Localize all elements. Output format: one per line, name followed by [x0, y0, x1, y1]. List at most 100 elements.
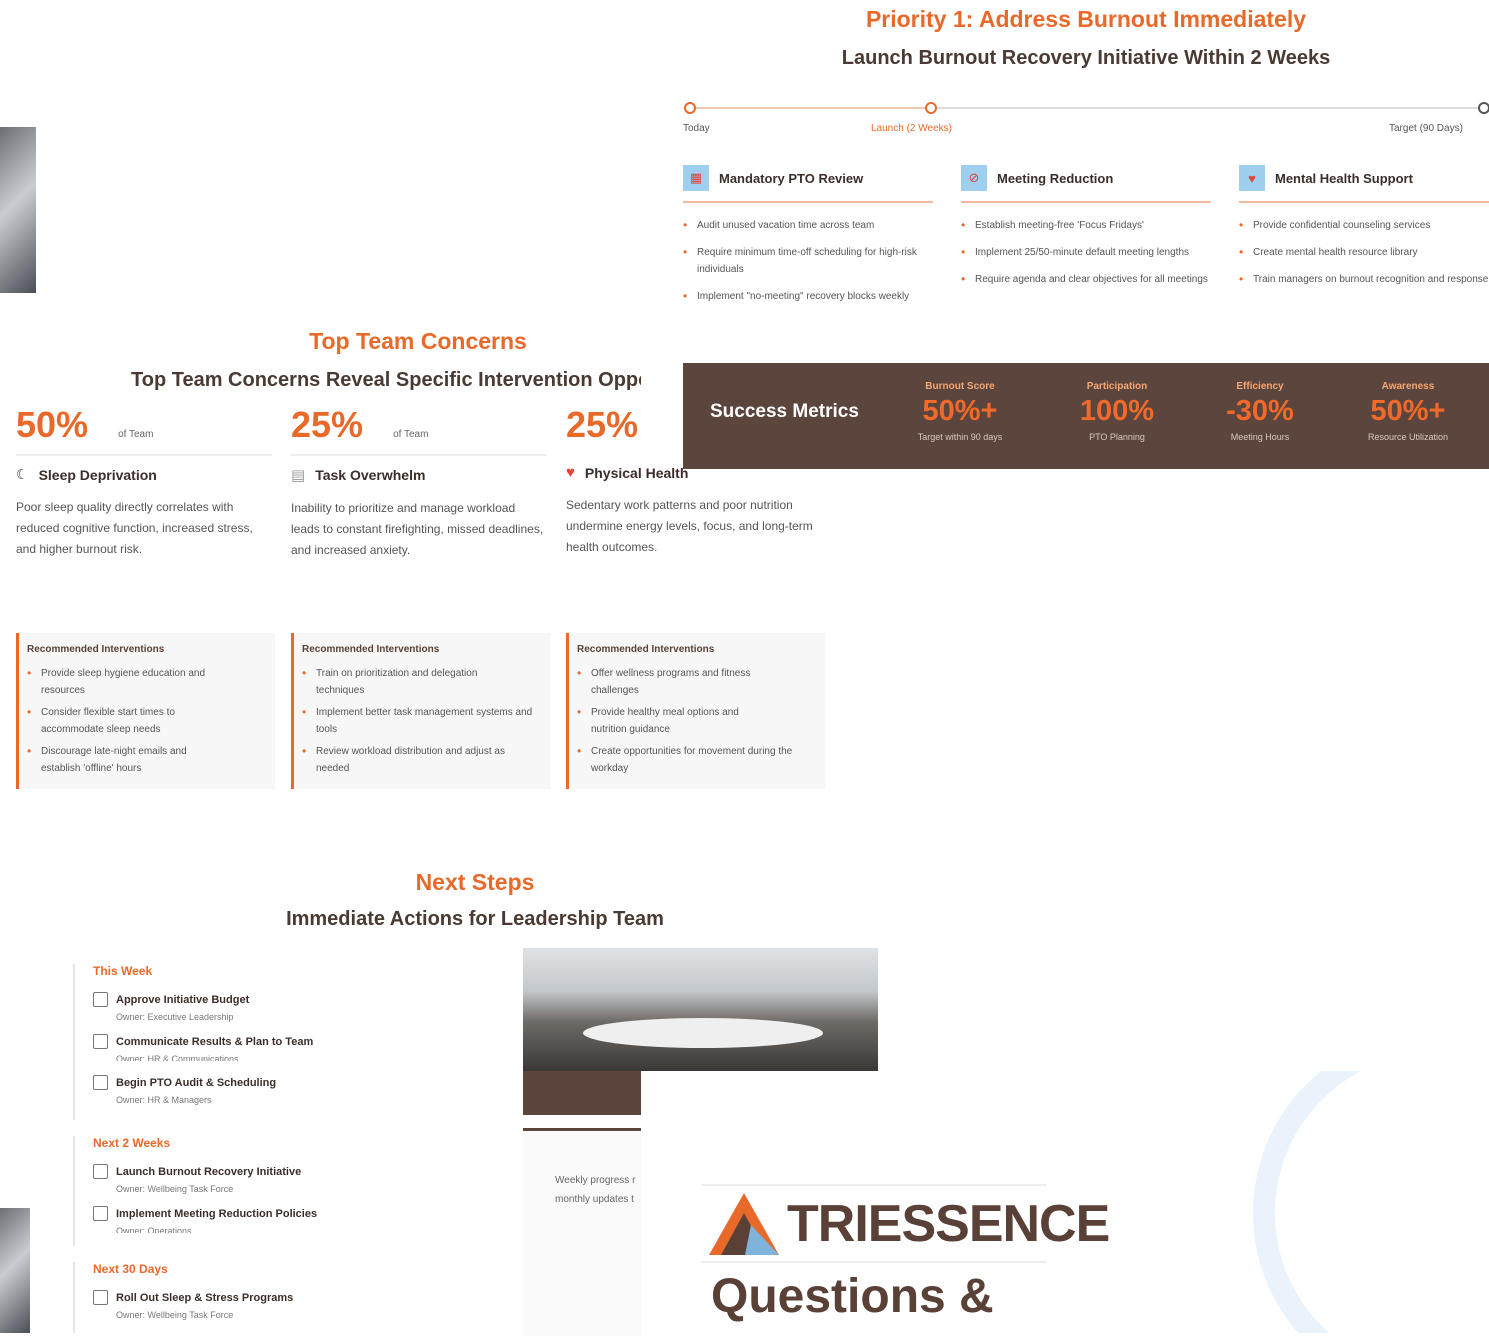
recommendation-list: Provide sleep hygiene education and reso… — [27, 665, 267, 777]
task-owner: Owner: HR & Managers — [116, 1095, 212, 1105]
concern-title: Task Overwhelm — [315, 467, 426, 483]
metric-value: 100% — [1079, 395, 1155, 427]
metric-desc: Target within 90 days — [917, 432, 1003, 442]
progress-note-line: Weekly progress r — [555, 1175, 636, 1186]
concerns-title: Top Team Concerns — [309, 328, 527, 354]
logo-text: TRIESSENCE — [787, 1195, 1110, 1253]
concern-heading: ▤ Task Overwhelm — [291, 466, 547, 484]
list-item: Train managers on burnout recognition an… — [1239, 271, 1489, 288]
task-checkbox[interactable] — [93, 992, 108, 1007]
list-item: Provide healthy meal options and nutriti… — [577, 704, 771, 738]
task-owner: Owner: Executive Leadership — [116, 1012, 234, 1022]
phase-next-2-weeks: Next 2 Weeks Launch Burnout Recovery Ini… — [73, 1136, 393, 1246]
metric-label: Awareness — [1381, 381, 1435, 392]
task-owner: Owner: Wellbeing Task Force — [116, 1184, 234, 1194]
priority-subtitle: Launch Burnout Recovery Initiative Withi… — [841, 47, 1331, 69]
task-title: Communicate Results & Plan to Team — [116, 1035, 314, 1048]
task-row: Launch Burnout Recovery Initiative — [93, 1164, 393, 1179]
metric-value: 50%+ — [922, 395, 998, 427]
no-meeting-icon: ⊘ — [961, 165, 987, 191]
metric-value: 50%+ — [1370, 395, 1446, 427]
concern-title: Sleep Deprivation — [38, 466, 157, 483]
calendar-icon: ▦ — [683, 165, 709, 191]
priority-title: Priority 1: Address Burnout Immediately — [865, 6, 1307, 32]
priority-column-list: Audit unused vacation time across team R… — [683, 217, 933, 305]
list-item: Implement "no-meeting" recovery blocks w… — [683, 288, 933, 305]
task-checkbox[interactable] — [93, 1290, 108, 1305]
list-item: Consider flexible start times to accommo… — [27, 704, 206, 738]
recommendation-list: Offer wellness programs and fitness chal… — [577, 665, 817, 777]
task-title: Begin PTO Audit & Scheduling — [116, 1076, 277, 1089]
list-item: Require minimum time-off scheduling for … — [683, 244, 933, 278]
triangle-logo-icon — [709, 1193, 779, 1255]
task-row: Communicate Results & Plan to Team — [93, 1034, 393, 1049]
priority-column-header: ⊘ Meeting Reduction — [961, 165, 1211, 203]
metric-desc: Meeting Hours — [1230, 432, 1290, 442]
concern-stat: 25% of Team — [291, 404, 547, 456]
task-checkbox[interactable] — [93, 1075, 108, 1090]
concern-card: 25% of Team ▤ Task Overwhelm Inability t… — [291, 404, 547, 561]
task-title: Roll Out Sleep & Stress Programs — [116, 1291, 294, 1304]
concern-description: Inability to prioritize and manage workl… — [291, 501, 544, 557]
task-title: Implement Meeting Reduction Policies — [116, 1207, 318, 1220]
recommendation-list: Train on prioritization and delegation t… — [302, 665, 542, 777]
progress-note: Weekly progress r monthly updates t — [555, 1171, 641, 1209]
task-row: Implement Meeting Reduction Policies — [93, 1206, 393, 1221]
recommendation-box: Recommended Interventions Provide sleep … — [16, 633, 275, 789]
phase-label: Next 2 Weeks — [93, 1136, 171, 1150]
meeting-photo — [523, 948, 878, 1071]
metric-label: Burnout Score — [925, 381, 995, 392]
task-item: Launch Burnout Recovery Initiative Owner… — [93, 1164, 393, 1194]
closing-slide: TRIESSENCE Questions & — [641, 1071, 1489, 1333]
list-item: Implement 25/50-minute default meeting l… — [961, 244, 1211, 261]
metric-value: -30% — [1226, 395, 1294, 427]
metric-desc: Resource Utilization — [1367, 432, 1449, 442]
concern-percent: 25% — [566, 404, 639, 445]
concern-card: 25% ♥ Physical Health Sedentary work pat… — [566, 404, 822, 558]
heart-icon: ♥ — [566, 464, 575, 481]
recommendation-title: Recommended Interventions — [577, 644, 715, 655]
task-checkbox[interactable] — [93, 1206, 108, 1221]
task-item: Begin PTO Audit & Scheduling Owner: HR &… — [93, 1075, 393, 1105]
meeting-photo-table — [583, 1018, 823, 1048]
list-item: Create opportunities for movement during… — [577, 743, 806, 777]
priority-column-header: ♥ Mental Health Support — [1239, 165, 1489, 203]
list-item: Review workload distribution and adjust … — [302, 743, 536, 777]
progress-note-line: monthly updates t — [555, 1194, 634, 1205]
closing-divider-bottom — [701, 1261, 1047, 1263]
priority-column-list: Provide confidential counseling services… — [1239, 217, 1489, 288]
priority-column-meetings: ⊘ Meeting Reduction Establish meeting-fr… — [961, 165, 1211, 298]
task-checkbox[interactable] — [93, 1034, 108, 1049]
recommendation-box: Recommended Interventions Offer wellness… — [566, 633, 825, 789]
task-row: Begin PTO Audit & Scheduling — [93, 1075, 393, 1090]
recommendation-title: Recommended Interventions — [302, 644, 440, 655]
list-item: Discourage late-night emails and establi… — [27, 743, 216, 777]
task-checkbox[interactable] — [93, 1164, 108, 1179]
logo: TRIESSENCE — [707, 1191, 1110, 1257]
concern-of-team: of Team — [393, 429, 429, 440]
priority-column-mental-health: ♥ Mental Health Support Provide confiden… — [1239, 165, 1489, 298]
task-owner: Owner: Wellbeing Task Force — [116, 1310, 234, 1320]
heart-icon: ♥ — [1239, 165, 1265, 191]
task-item: Communicate Results & Plan to Team Owner… — [93, 1034, 393, 1061]
next-steps-title: Next Steps — [415, 869, 535, 895]
priority-column-title: Mental Health Support — [1275, 170, 1413, 186]
priority-column-title: Meeting Reduction — [997, 170, 1114, 186]
timeline-label-launch: Launch (2 Weeks) — [871, 123, 952, 134]
concern-of-team: of Team — [118, 429, 154, 440]
metric-awareness: Awareness 50%+ Resource Utilization — [1343, 381, 1473, 442]
recommendation-title: Recommended Interventions — [27, 644, 165, 655]
concern-title: Physical Health — [584, 464, 689, 481]
recommendation-box: Recommended Interventions Train on prior… — [291, 633, 550, 789]
phase-label: Next 30 Days — [93, 1262, 168, 1276]
concern-heading: ☾ Sleep Deprivation — [16, 466, 272, 483]
task-item: Approve Initiative Budget Owner: Executi… — [93, 992, 393, 1022]
list-item: Provide sleep hygiene education and reso… — [27, 665, 231, 699]
progress-card: Weekly progress r monthly updates t — [523, 1128, 641, 1336]
task-row: Roll Out Sleep & Stress Programs — [93, 1290, 393, 1305]
phase-this-week: This Week Approve Initiative Budget Owne… — [73, 964, 393, 1120]
metric-efficiency: Efficiency -30% Meeting Hours — [1195, 381, 1325, 442]
metric-desc: PTO Planning — [1089, 432, 1145, 442]
concerns-section: Top Team Concerns Top Team Concerns Reve… — [0, 320, 836, 800]
list-item: Implement better task management systems… — [302, 704, 541, 738]
